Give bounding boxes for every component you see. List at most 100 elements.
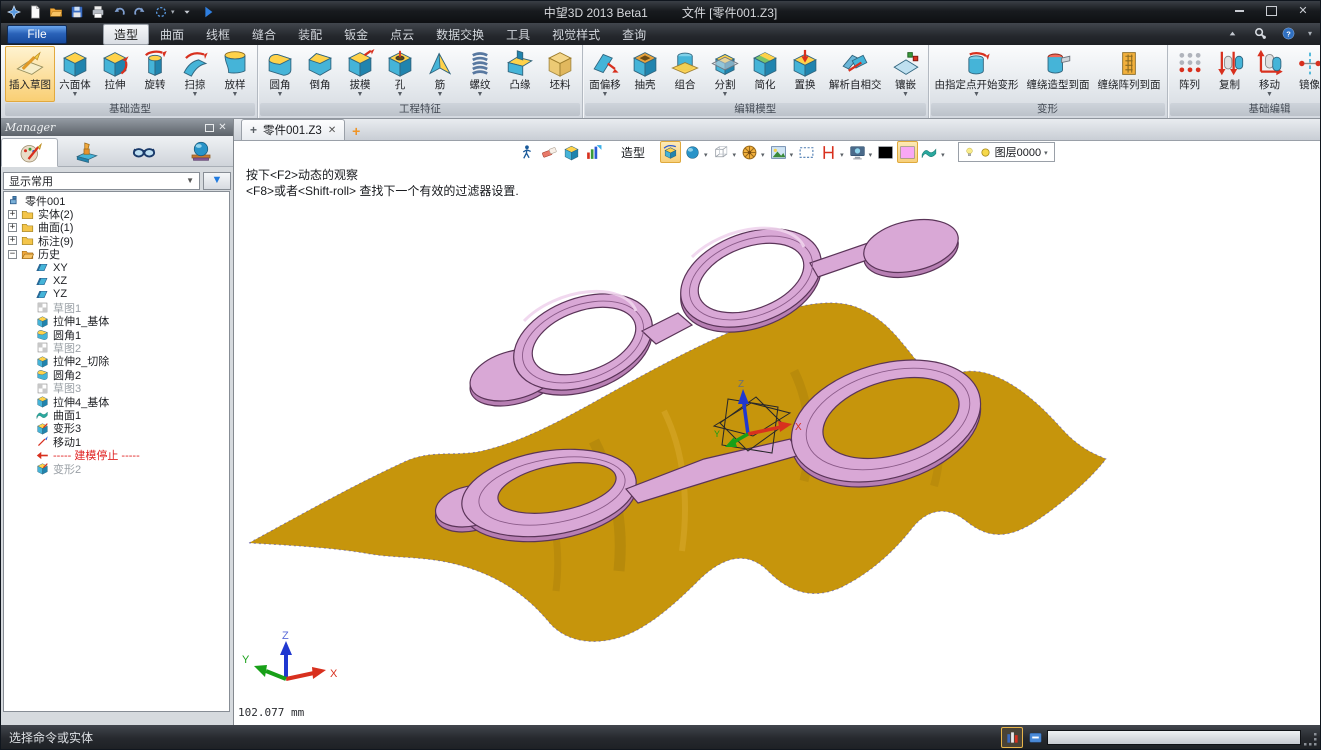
chevron-down-icon[interactable]: ▼ xyxy=(277,91,284,100)
ribbon-item-1-4[interactable]: 筋▼ xyxy=(420,46,460,102)
ribbon-item-1-2[interactable]: 拔模▼ xyxy=(340,46,380,102)
file-menu-button[interactable]: File xyxy=(7,25,67,44)
dropdown-caret-icon[interactable]: ▾ xyxy=(704,151,708,159)
surface-display-button[interactable] xyxy=(919,141,940,163)
open-file-button[interactable] xyxy=(47,4,64,21)
analyze-button[interactable] xyxy=(583,141,604,163)
menu-tab-5[interactable]: 钣金 xyxy=(333,24,379,45)
expand-icon[interactable]: + xyxy=(8,223,17,232)
assembly-manager-tab[interactable] xyxy=(58,138,115,166)
help-icon[interactable]: ? xyxy=(1280,24,1298,42)
mode-label[interactable]: 造型 xyxy=(621,144,645,161)
selection-filter-button[interactable] xyxy=(152,4,169,21)
tree-item[interactable]: 拉伸1_基体 xyxy=(4,315,229,328)
dropdown-caret-icon[interactable]: ▾ xyxy=(941,151,945,159)
dropdown-caret-icon[interactable]: ▾ xyxy=(790,151,794,159)
ribbon-item-4-0[interactable]: 阵列 xyxy=(1170,46,1210,102)
tree-item[interactable]: 拉伸2_切除 xyxy=(4,355,229,368)
chevron-down-icon[interactable]: ▼ xyxy=(72,91,79,100)
new-file-button[interactable] xyxy=(26,4,43,21)
chevron-down-icon[interactable]: ▼ xyxy=(192,91,199,100)
face-color-swatch[interactable] xyxy=(897,141,918,163)
chevron-down-icon[interactable]: ▼ xyxy=(357,91,364,100)
print-button[interactable] xyxy=(89,4,106,21)
shaded-display-button[interactable] xyxy=(682,141,703,163)
chevron-down-icon[interactable]: ▼ xyxy=(902,91,909,100)
close-button[interactable]: ✕ xyxy=(1290,3,1316,18)
menu-tab-8[interactable]: 工具 xyxy=(495,24,541,45)
chevron-down-icon[interactable]: ▼ xyxy=(973,91,980,100)
ribbon-item-0-0[interactable]: 插入草图 xyxy=(5,46,55,102)
manager-close-button[interactable]: ✕ xyxy=(216,122,229,133)
collapse-ribbon-icon[interactable] xyxy=(1224,24,1242,42)
ribbon-item-0-3[interactable]: 旋转 xyxy=(135,46,175,102)
customize-quick-access-button[interactable] xyxy=(179,4,196,21)
tree-item[interactable]: XY xyxy=(4,261,229,274)
tree-item[interactable]: ----- 建模停止 ----- xyxy=(4,448,229,461)
console-window-button[interactable] xyxy=(1024,727,1046,748)
tree-item[interactable]: YZ xyxy=(4,288,229,301)
standard-view-button[interactable] xyxy=(660,141,681,163)
line-color-swatch[interactable] xyxy=(875,141,896,163)
new-tab-button[interactable]: + xyxy=(345,122,367,140)
minimize-button[interactable] xyxy=(1226,3,1252,18)
dropdown-caret-icon[interactable]: ▾ xyxy=(869,151,873,159)
ribbon-item-2-6[interactable]: 解析自相交 xyxy=(825,46,886,102)
stats-columns-button[interactable] xyxy=(1001,727,1023,748)
ribbon-item-4-3[interactable]: 镜像 xyxy=(1290,46,1321,102)
ribbon-item-1-1[interactable]: 倒角 xyxy=(300,46,340,102)
display-filter-select[interactable]: 显示常用 ▼ xyxy=(3,172,200,190)
expand-icon[interactable]: + xyxy=(8,236,17,245)
history-manager-tab[interactable] xyxy=(1,138,58,167)
dropdown-caret-icon[interactable]: ▾ xyxy=(733,151,737,159)
view-manager-tab[interactable] xyxy=(115,138,172,166)
menu-tab-0[interactable]: 造型 xyxy=(103,24,149,45)
redo-button[interactable] xyxy=(131,4,148,21)
layer-visibility-icon[interactable] xyxy=(963,146,976,159)
ribbon-item-1-7[interactable]: 坯料 xyxy=(540,46,580,102)
help-dropdown-caret[interactable]: ▾ xyxy=(1308,29,1312,38)
dropdown-caret-icon[interactable]: ▾ xyxy=(171,8,175,16)
ribbon-item-2-3[interactable]: 分割▼ xyxy=(705,46,745,102)
render-mode-button[interactable] xyxy=(739,141,760,163)
tree-item[interactable]: 圆角1 xyxy=(4,328,229,341)
save-file-button[interactable] xyxy=(68,4,85,21)
tree-item[interactable]: 曲面1 xyxy=(4,408,229,421)
erase-button[interactable] xyxy=(539,141,560,163)
menu-tab-9[interactable]: 视觉样式 xyxy=(541,24,611,45)
tab-close-icon[interactable]: ✕ xyxy=(328,125,336,136)
manager-maximize-button[interactable] xyxy=(203,122,216,133)
menu-tab-2[interactable]: 线框 xyxy=(195,24,241,45)
ribbon-item-2-4[interactable]: 简化 xyxy=(745,46,785,102)
ribbon-item-0-5[interactable]: 放样▼ xyxy=(215,46,255,102)
menu-tab-4[interactable]: 装配 xyxy=(287,24,333,45)
query-entity-button[interactable] xyxy=(517,141,538,163)
display-settings-button[interactable] xyxy=(847,141,868,163)
search-icon[interactable] xyxy=(1252,24,1270,42)
tree-item[interactable]: 圆角2 xyxy=(4,368,229,381)
dropdown-caret-icon[interactable]: ▾ xyxy=(840,151,844,159)
tree-item[interactable]: XZ xyxy=(4,274,229,287)
chevron-down-icon[interactable]: ▼ xyxy=(1266,91,1273,100)
chevron-down-icon[interactable]: ▼ xyxy=(437,91,444,100)
ribbon-item-2-5[interactable]: 置换 xyxy=(785,46,825,102)
chevron-down-icon[interactable]: ▾ xyxy=(1044,149,1048,157)
tree-item[interactable]: 草图3 xyxy=(4,381,229,394)
viewport[interactable]: Z X Y xyxy=(234,141,1320,725)
wireframe-display-button[interactable] xyxy=(711,141,732,163)
ribbon-item-0-4[interactable]: 扫掠▼ xyxy=(175,46,215,102)
menu-tab-1[interactable]: 曲面 xyxy=(149,24,195,45)
visual-manager-tab[interactable] xyxy=(172,138,229,166)
zoom-window-button[interactable] xyxy=(796,141,817,163)
ribbon-item-2-2[interactable]: 组合 xyxy=(665,46,705,102)
ribbon-item-4-2[interactable]: 移动▼ xyxy=(1250,46,1290,102)
ribbon-item-0-1[interactable]: 六面体▼ xyxy=(55,46,95,102)
menu-tab-6[interactable]: 点云 xyxy=(379,24,425,45)
tree-item[interactable]: 拉伸4_基体 xyxy=(4,395,229,408)
ribbon-item-1-3[interactable]: 孔▼ xyxy=(380,46,420,102)
ribbon-item-4-1[interactable]: 复制 xyxy=(1210,46,1250,102)
dropdown-caret-icon[interactable]: ▾ xyxy=(761,151,765,159)
undo-button[interactable] xyxy=(110,4,127,21)
collapse-icon[interactable]: − xyxy=(8,250,17,259)
section-view-button[interactable] xyxy=(818,141,839,163)
